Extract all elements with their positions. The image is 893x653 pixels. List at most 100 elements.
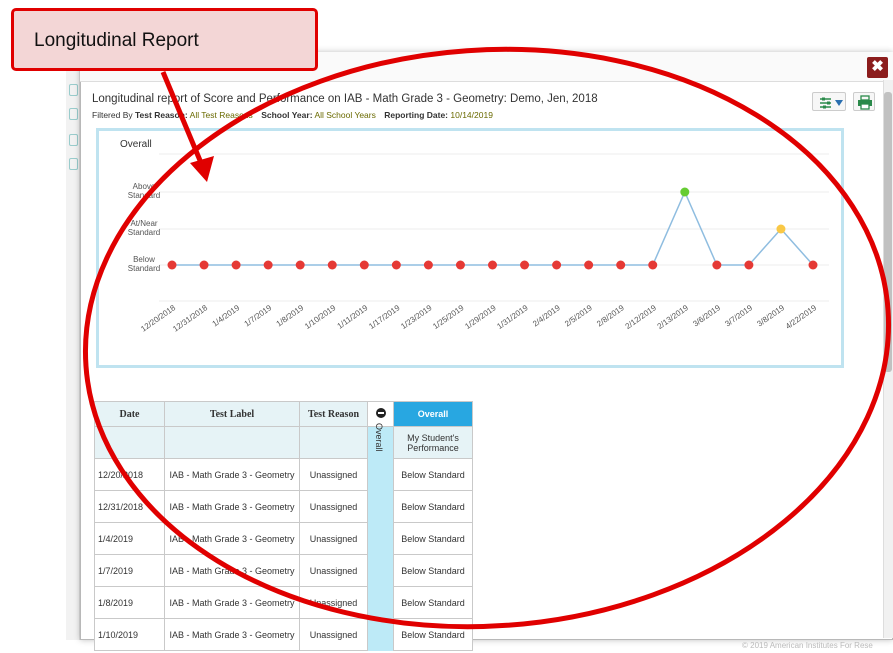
test-reason-value: All Test Reasons bbox=[189, 110, 253, 120]
data-point bbox=[616, 260, 626, 270]
overall-performance-chart: Overall Below Standard At/Near Standard Abov… bbox=[120, 139, 829, 334]
column-header-overall[interactable]: Overall bbox=[393, 401, 473, 427]
collapsed-column bbox=[367, 618, 394, 651]
x-axis-tick-label: 1/8/2019 bbox=[275, 303, 306, 329]
table-row: 1/4/2019 IAB - Math Grade 3 - Geometry Una… bbox=[94, 522, 473, 555]
collapsed-overall-label: Overall bbox=[374, 423, 384, 452]
table-row: 1/10/2019 IAB - Math Grade 3 - Geometry Un… bbox=[94, 618, 473, 651]
x-axis-tick-label: 1/25/2019 bbox=[431, 303, 466, 331]
background-nav-icon bbox=[69, 84, 78, 96]
cell-test-reason: Unassigned bbox=[299, 490, 368, 523]
subheader-my-students-performance: My Student's Performance bbox=[393, 426, 473, 459]
table-row: 1/7/2019 IAB - Math Grade 3 - Geometry Una… bbox=[94, 554, 473, 587]
data-point bbox=[199, 260, 209, 270]
column-header-test-label[interactable]: Test Label bbox=[164, 401, 300, 427]
data-point bbox=[808, 260, 818, 270]
x-axis-tick-label: 1/17/2019 bbox=[367, 303, 402, 331]
cell-test-label: IAB - Math Grade 3 - Geometry bbox=[164, 522, 300, 555]
test-reason-label: Test Reason: bbox=[135, 110, 188, 120]
close-button[interactable]: ✖ bbox=[867, 57, 888, 78]
cell-overall: Below Standard bbox=[393, 618, 473, 651]
x-axis-tick-label: 1/23/2019 bbox=[399, 303, 434, 331]
data-point bbox=[455, 260, 465, 270]
cell-test-label: IAB - Math Grade 3 - Geometry bbox=[164, 586, 300, 619]
background-nav-icon bbox=[69, 158, 78, 170]
table-row: 12/20/2018 IAB - Math Grade 3 - Geometry U… bbox=[94, 458, 473, 491]
school-year-label: School Year: bbox=[261, 110, 313, 120]
collapsed-column bbox=[367, 586, 394, 619]
x-axis-tick-label: 1/11/2019 bbox=[336, 303, 370, 331]
reporting-date-label: Reporting Date: bbox=[384, 110, 448, 120]
cell-date: 1/10/2019 bbox=[94, 618, 165, 651]
data-point bbox=[584, 260, 594, 270]
cell-test-label: IAB - Math Grade 3 - Geometry bbox=[164, 458, 300, 491]
data-point bbox=[167, 260, 177, 270]
data-point bbox=[488, 260, 497, 270]
cell-overall: Below Standard bbox=[393, 458, 473, 491]
column-header-test-reason[interactable]: Test Reason bbox=[299, 401, 368, 427]
cell-test-label: IAB - Math Grade 3 - Geometry bbox=[164, 618, 300, 651]
scores-table: Date Test Label Test Reason Overall My S… bbox=[94, 401, 473, 651]
settings-sliders-icon bbox=[820, 97, 843, 109]
report-filters: Filtered By Test Reason: All Test Reason… bbox=[92, 110, 499, 120]
x-axis-tick-label: 1/31/2019 bbox=[495, 303, 530, 331]
settings-dropdown-button[interactable] bbox=[812, 92, 846, 111]
cell-overall: Below Standard bbox=[393, 522, 473, 555]
column-header-date[interactable]: Date bbox=[94, 401, 165, 427]
cell-date: 1/4/2019 bbox=[94, 522, 165, 555]
x-axis-tick-label: 3/6/2019 bbox=[691, 303, 722, 329]
cell-date: 1/8/2019 bbox=[94, 586, 165, 619]
scrollbar-thumb[interactable] bbox=[884, 92, 892, 372]
table-row: 12/31/2018 IAB - Math Grade 3 - Geometry U… bbox=[94, 490, 473, 523]
collapsed-column bbox=[367, 522, 394, 555]
data-point bbox=[648, 260, 658, 270]
copyright-footer: © 2019 American Institutes For Rese bbox=[742, 641, 873, 650]
data-point bbox=[744, 260, 754, 270]
background-nav-icon bbox=[69, 134, 78, 146]
cell-test-reason: Unassigned bbox=[299, 618, 368, 651]
cell-test-reason: Unassigned bbox=[299, 458, 368, 491]
cell-date: 1/7/2019 bbox=[94, 554, 165, 587]
report-title: Longitudinal report of Score and Perform… bbox=[92, 93, 598, 105]
x-axis-tick-label: 1/7/2019 bbox=[243, 303, 274, 329]
background-sidebar bbox=[66, 70, 80, 640]
cell-test-label: IAB - Math Grade 3 - Geometry bbox=[164, 554, 300, 587]
cell-test-reason: Unassigned bbox=[299, 522, 368, 555]
x-axis-tick-label: 12/20/2018 bbox=[139, 303, 177, 334]
cell-test-reason: Unassigned bbox=[299, 554, 368, 587]
data-point bbox=[520, 260, 530, 270]
x-axis-tick-label: 2/4/2019 bbox=[531, 303, 562, 329]
reporting-date-value: 10/14/2019 bbox=[450, 110, 493, 120]
x-axis-tick-label: 2/8/2019 bbox=[595, 303, 626, 329]
data-point bbox=[552, 260, 562, 270]
subheader-empty bbox=[299, 426, 368, 459]
x-axis-tick-label: 2/5/2019 bbox=[563, 303, 594, 329]
background-nav-icon bbox=[69, 108, 78, 120]
x-axis-tick-label: 1/4/2019 bbox=[211, 303, 242, 329]
minus-circle-icon bbox=[375, 407, 386, 418]
x-axis-tick-label: 4/22/2019 bbox=[784, 303, 819, 331]
y-axis-label: Above Standard bbox=[128, 182, 160, 200]
print-icon bbox=[858, 95, 872, 110]
x-axis-tick-label: 2/13/2019 bbox=[656, 303, 691, 331]
table-row: 1/8/2019 IAB - Math Grade 3 - Geometry Una… bbox=[94, 586, 473, 619]
data-point bbox=[391, 260, 401, 270]
cell-date: 12/31/2018 bbox=[94, 490, 165, 523]
collapsed-column bbox=[367, 554, 394, 587]
cell-overall: Below Standard bbox=[393, 490, 473, 523]
data-point bbox=[712, 260, 722, 270]
cell-test-reason: Unassigned bbox=[299, 586, 368, 619]
subheader-empty bbox=[164, 426, 300, 459]
collapsed-column bbox=[367, 490, 394, 523]
print-button[interactable] bbox=[853, 92, 875, 111]
close-icon: ✖ bbox=[871, 58, 884, 75]
data-point bbox=[263, 260, 273, 270]
x-axis-tick-label: 1/29/2019 bbox=[463, 303, 498, 331]
x-axis-tick-label: 3/7/2019 bbox=[723, 303, 754, 329]
x-axis-tick-label: 3/8/2019 bbox=[755, 303, 786, 329]
x-axis-tick-label: 1/10/2019 bbox=[303, 303, 338, 331]
data-point bbox=[295, 260, 305, 270]
chart-title: Overall bbox=[120, 139, 152, 150]
filtered-by-label: Filtered By bbox=[92, 110, 133, 120]
y-axis-label: At/Near Standard bbox=[128, 219, 160, 237]
